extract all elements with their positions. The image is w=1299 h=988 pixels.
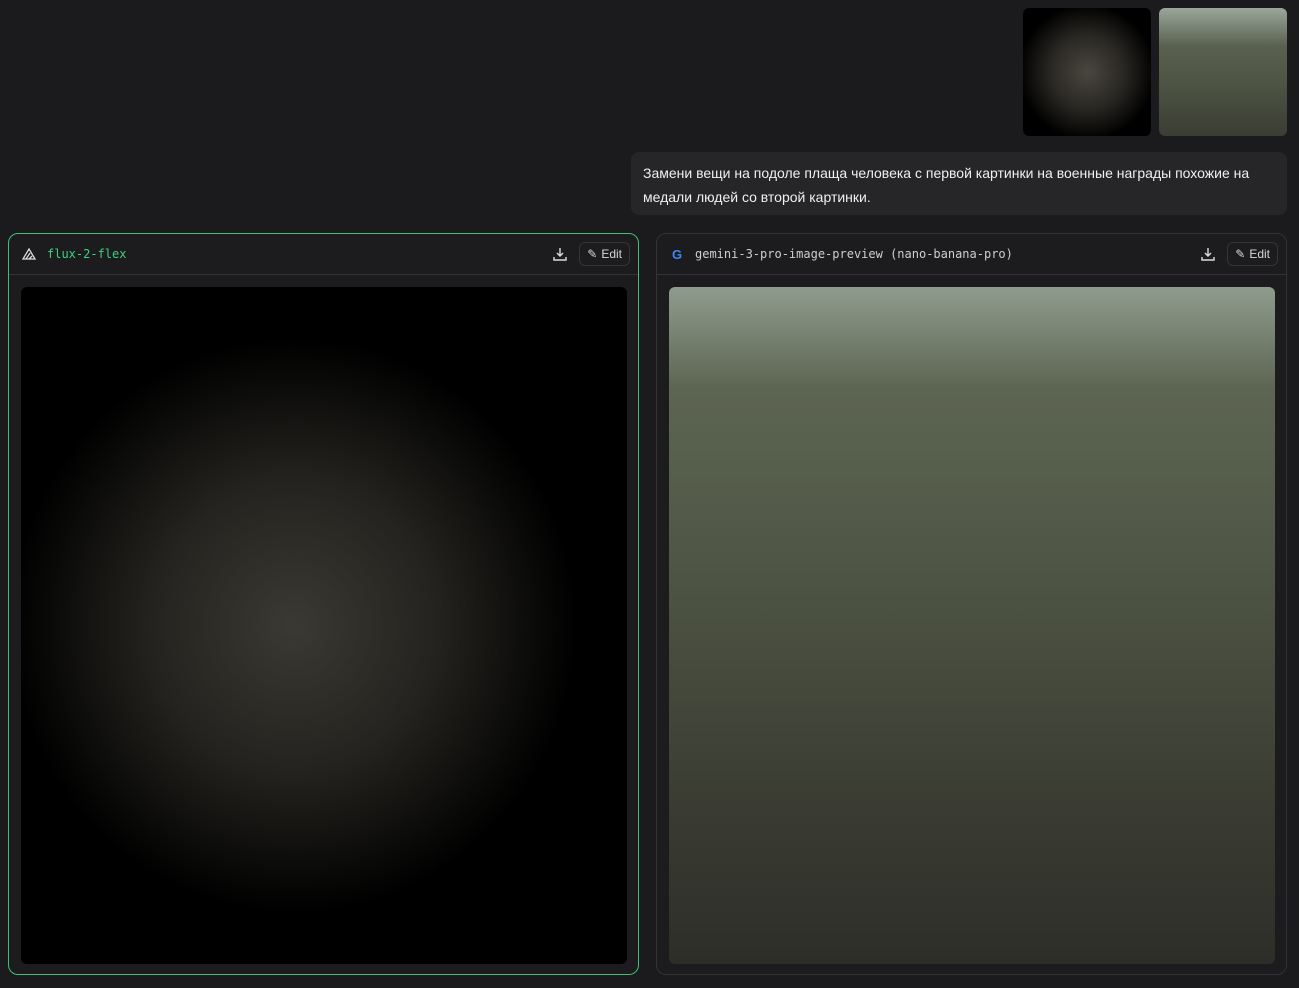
edit-button[interactable]: ✎ Edit xyxy=(1227,242,1278,266)
download-icon[interactable] xyxy=(1199,245,1217,263)
result-panel-flux: flux-2-flex ✎ Edit xyxy=(8,233,639,975)
model-name: gemini-3-pro-image-preview (nano-banana-… xyxy=(695,247,1013,261)
model-name: flux-2-flex xyxy=(47,247,127,261)
attachment-thumbnail-1[interactable] xyxy=(1023,8,1151,136)
pencil-icon: ✎ xyxy=(587,247,598,261)
flux-logo-icon xyxy=(21,246,37,262)
edit-label: Edit xyxy=(601,247,622,261)
attachment-thumbnail-2[interactable] xyxy=(1159,8,1287,136)
edit-label: Edit xyxy=(1249,247,1270,261)
google-logo-icon: G xyxy=(671,246,683,262)
pencil-icon: ✎ xyxy=(1235,247,1246,261)
panel-header: flux-2-flex ✎ Edit xyxy=(9,234,638,275)
user-prompt-message: Замени вещи на подоле плаща человека с п… xyxy=(631,152,1287,215)
edit-button[interactable]: ✎ Edit xyxy=(579,242,630,266)
result-panel-gemini: G gemini-3-pro-image-preview (nano-banan… xyxy=(656,233,1287,975)
download-icon[interactable] xyxy=(551,245,569,263)
panel-header: G gemini-3-pro-image-preview (nano-banan… xyxy=(657,234,1286,275)
generated-image[interactable] xyxy=(669,287,1275,964)
generated-image[interactable] xyxy=(21,287,627,964)
